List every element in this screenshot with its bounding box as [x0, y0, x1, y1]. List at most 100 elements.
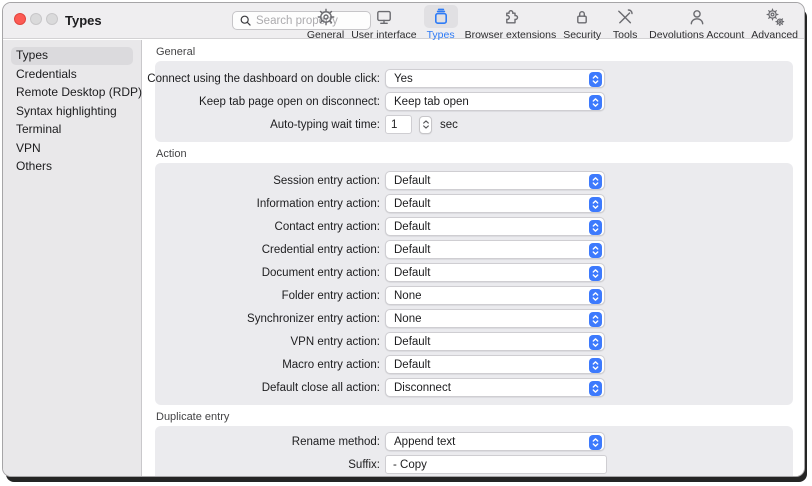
setting-row: Default close all action: Disconnect — [155, 378, 793, 397]
popup-arrows-icon — [589, 72, 602, 87]
setting-row: Auto-typing wait time: sec — [155, 115, 793, 134]
toolbar-item-tools[interactable]: Tools — [606, 5, 644, 41]
tools-icon — [618, 8, 633, 24]
sidebar-item-credentials[interactable]: Credentials — [11, 66, 133, 84]
select-value: None — [394, 289, 422, 302]
toolbar-item-devolutions-account[interactable]: Devolutions Account — [647, 5, 746, 41]
select-value: Default — [394, 174, 431, 187]
settings-panel: General Connect using the dashboard on d… — [143, 40, 804, 476]
folder-entry-action-select[interactable]: None — [385, 286, 605, 305]
setting-label: Macro entry action: — [282, 358, 380, 371]
window-title: Types — [65, 13, 102, 28]
toolbar-item-types[interactable]: Types — [422, 5, 460, 41]
puzzle-icon — [506, 9, 519, 23]
section-title-duplicate-entry: Duplicate entry — [156, 411, 230, 423]
toolbar-item-security[interactable]: Security — [561, 5, 603, 41]
popup-arrows-icon — [589, 381, 602, 396]
connect-dashboard-select[interactable]: Yes — [385, 69, 605, 88]
popup-arrows-icon — [589, 95, 602, 110]
setting-row: Folder entry action: None — [155, 286, 793, 305]
select-value: Yes — [394, 72, 413, 85]
select-value: None — [394, 312, 422, 325]
setting-label: Information entry action: — [256, 197, 380, 210]
select-value: Default — [394, 220, 431, 233]
macro-entry-action-select[interactable]: Default — [385, 355, 605, 374]
minimize-button — [30, 13, 42, 25]
sidebar-item-remote-desktop-rdp[interactable]: Remote Desktop (RDP) — [11, 84, 142, 102]
sidebar: Types Credentials Remote Desktop (RDP) S… — [3, 40, 142, 476]
select-value: Keep tab open — [394, 95, 469, 108]
sidebar-item-terminal[interactable]: Terminal — [11, 121, 133, 139]
setting-label: Synchronizer entry action: — [247, 312, 380, 325]
gear-icon — [317, 8, 334, 25]
synchronizer-entry-action-select[interactable]: None — [385, 309, 605, 328]
select-value: Disconnect — [394, 381, 451, 394]
setting-row: Connect using the dashboard on double cl… — [147, 69, 793, 88]
setting-label: Session entry action: — [273, 174, 380, 187]
container-icon — [434, 8, 447, 24]
setting-row: Contact entry action: Default — [155, 217, 793, 236]
keep-tab-page-select[interactable]: Keep tab open — [385, 92, 605, 111]
popup-arrows-icon — [589, 335, 602, 350]
sidebar-item-vpn[interactable]: VPN — [11, 140, 133, 158]
information-entry-action-select[interactable]: Default — [385, 194, 605, 213]
setting-label: Default close all action: — [261, 381, 380, 394]
setting-row: Macro entry action: Default — [155, 355, 793, 374]
popup-arrows-icon — [589, 435, 602, 450]
popup-arrows-icon — [589, 174, 602, 189]
setting-label: Auto-typing wait time: — [270, 118, 380, 131]
setting-row: Suffix: — [155, 455, 793, 474]
sidebar-item-others[interactable]: Others — [11, 158, 133, 176]
toolbar-item-browser-extensions[interactable]: Browser extensions — [463, 5, 559, 41]
select-value: Append text — [394, 435, 456, 448]
popup-arrows-icon — [589, 197, 602, 212]
toolbar-item-general[interactable]: General — [305, 5, 346, 41]
select-value: Default — [394, 243, 431, 256]
select-value: Default — [394, 266, 431, 279]
unit-label: sec — [440, 118, 458, 131]
group-duplicate-entry: Rename method: Append text Suffix: — [155, 426, 793, 476]
toolbar-item-advanced[interactable]: Advanced — [749, 5, 800, 41]
popup-arrows-icon — [589, 266, 602, 281]
setting-row: Keep tab page open on disconnect: Keep t… — [155, 92, 793, 111]
gears-icon — [766, 7, 784, 26]
setting-label: Credential entry action: — [261, 243, 380, 256]
setting-row: Session entry action: Default — [155, 171, 793, 190]
auto-typing-wait-input[interactable] — [385, 115, 412, 134]
close-button[interactable] — [14, 13, 26, 25]
setting-label: Suffix: — [348, 458, 380, 471]
search-icon — [240, 15, 251, 26]
toolbar: General User interface Types Browser ext… — [305, 5, 800, 41]
default-close-all-action-select[interactable]: Disconnect — [385, 378, 605, 397]
setting-label: Rename method: — [291, 435, 380, 448]
popup-arrows-icon — [589, 220, 602, 235]
setting-label: Keep tab page open on disconnect: — [199, 95, 380, 108]
rename-method-select[interactable]: Append text — [385, 432, 605, 451]
session-entry-action-select[interactable]: Default — [385, 171, 605, 190]
document-entry-action-select[interactable]: Default — [385, 263, 605, 282]
setting-label: Contact entry action: — [274, 220, 380, 233]
stepper-control[interactable] — [419, 115, 432, 134]
sidebar-item-syntax-highlighting[interactable]: Syntax highlighting — [11, 103, 133, 121]
contact-entry-action-select[interactable]: Default — [385, 217, 605, 236]
display-icon — [376, 10, 391, 24]
toolbar-item-user-interface[interactable]: User interface — [349, 5, 418, 41]
setting-label: Folder entry action: — [281, 289, 380, 302]
setting-row: Information entry action: Default — [155, 194, 793, 213]
credential-entry-action-select[interactable]: Default — [385, 240, 605, 259]
setting-label: Connect using the dashboard on double cl… — [147, 72, 380, 85]
vpn-entry-action-select[interactable]: Default — [385, 332, 605, 351]
setting-row: Document entry action: Default — [155, 263, 793, 282]
popup-arrows-icon — [589, 358, 602, 373]
sidebar-item-types[interactable]: Types — [11, 47, 133, 65]
setting-label: VPN entry action: — [290, 335, 380, 348]
setting-row: VPN entry action: Default — [155, 332, 793, 351]
zoom-button — [46, 13, 58, 25]
select-value: Default — [394, 197, 431, 210]
suffix-input[interactable] — [385, 455, 607, 474]
section-title-action: Action — [156, 148, 187, 160]
setting-row: Synchronizer entry action: None — [155, 309, 793, 328]
setting-row: Rename method: Append text — [155, 432, 793, 451]
setting-row: Credential entry action: Default — [155, 240, 793, 259]
popup-arrows-icon — [589, 243, 602, 258]
